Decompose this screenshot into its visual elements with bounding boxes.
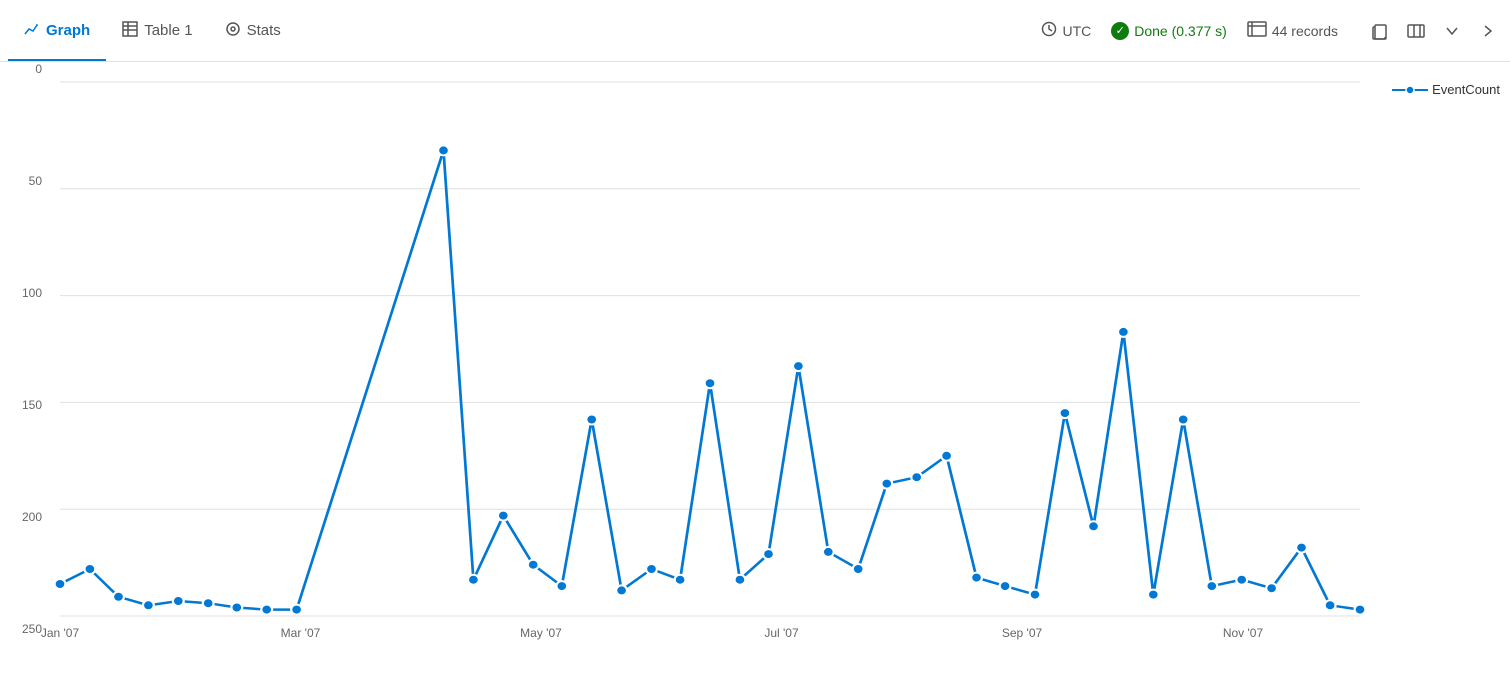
chart-dot bbox=[1355, 605, 1366, 615]
clipboard-button[interactable] bbox=[1366, 17, 1394, 45]
tab-table-label: Table 1 bbox=[144, 22, 192, 39]
chart-dot bbox=[1296, 543, 1307, 553]
chart-dot bbox=[734, 575, 745, 585]
chart-dot bbox=[705, 378, 716, 388]
chart-dot bbox=[675, 575, 686, 585]
clock-icon bbox=[1041, 21, 1057, 40]
y-label-150: 150 bbox=[22, 398, 42, 412]
chevron-right-button[interactable] bbox=[1474, 17, 1502, 45]
chart-dot bbox=[468, 575, 479, 585]
check-icon: ✓ bbox=[1111, 22, 1129, 40]
legend-item: EventCount bbox=[1392, 82, 1500, 97]
chart-dot bbox=[793, 361, 804, 371]
chart-dot bbox=[881, 479, 892, 489]
tab-stats-label: Stats bbox=[247, 22, 281, 39]
y-label-50: 50 bbox=[29, 174, 42, 188]
legend: EventCount bbox=[1392, 82, 1500, 97]
chart-dot bbox=[1325, 600, 1336, 610]
legend-label: EventCount bbox=[1432, 82, 1500, 97]
chart-dot bbox=[556, 581, 567, 591]
records-label: 44 records bbox=[1272, 23, 1338, 39]
graph-icon bbox=[24, 21, 40, 40]
stats-icon bbox=[225, 21, 241, 40]
chart-dot bbox=[646, 564, 657, 574]
columns-button[interactable] bbox=[1402, 17, 1430, 45]
records-icon bbox=[1247, 21, 1267, 40]
x-label-sep: Sep '07 bbox=[1002, 626, 1042, 640]
chart-dot bbox=[528, 560, 539, 570]
chart-dot bbox=[1000, 581, 1011, 591]
chart-dot bbox=[84, 564, 95, 574]
timezone-label: UTC bbox=[1062, 23, 1091, 39]
tab-graph[interactable]: Graph bbox=[8, 0, 106, 61]
y-label-250: 250 bbox=[22, 622, 42, 636]
records-status: 44 records bbox=[1247, 21, 1338, 40]
chart-dot bbox=[1059, 408, 1070, 418]
chevron-down-button[interactable] bbox=[1438, 17, 1466, 45]
x-label-nov: Nov '07 bbox=[1223, 626, 1263, 640]
chart-dot bbox=[143, 600, 154, 610]
y-label-0: 0 bbox=[35, 62, 42, 76]
toolbar-icons bbox=[1366, 17, 1502, 45]
chart-dot bbox=[1178, 415, 1189, 425]
chart-dot bbox=[911, 472, 922, 482]
chart-dot bbox=[291, 605, 302, 615]
y-label-100: 100 bbox=[22, 286, 42, 300]
chart-container: 250 200 150 100 50 0 Jan '07 Mar '07 May… bbox=[0, 62, 1510, 676]
chart-dot bbox=[823, 547, 834, 557]
tab-stats[interactable]: Stats bbox=[209, 0, 297, 61]
status-bar: UTC ✓ Done (0.377 s) 44 records bbox=[1041, 17, 1502, 45]
table-icon bbox=[122, 21, 138, 40]
tab-table[interactable]: Table 1 bbox=[106, 0, 208, 61]
line-chart bbox=[60, 82, 1360, 616]
done-status: ✓ Done (0.377 s) bbox=[1111, 22, 1227, 40]
tab-graph-label: Graph bbox=[46, 22, 90, 39]
x-label-may: May '07 bbox=[520, 626, 562, 640]
top-bar: Graph Table 1 Stats bbox=[0, 0, 1510, 62]
chart-dot bbox=[1030, 590, 1041, 600]
chart-dot bbox=[941, 451, 952, 461]
chart-dot bbox=[203, 598, 214, 608]
x-label-jul: Jul '07 bbox=[764, 626, 798, 640]
chart-dot bbox=[55, 579, 66, 589]
chart-dot bbox=[1266, 583, 1277, 593]
chart-dot bbox=[1236, 575, 1247, 585]
chart-dot bbox=[1148, 590, 1159, 600]
chart-dot bbox=[586, 415, 597, 425]
y-label-200: 200 bbox=[22, 510, 42, 524]
chart-dot bbox=[1088, 521, 1099, 531]
chart-dot bbox=[1118, 327, 1129, 337]
timezone-status: UTC bbox=[1041, 21, 1091, 40]
chart-dot bbox=[616, 585, 627, 595]
chart-dot bbox=[1206, 581, 1217, 591]
x-axis: Jan '07 Mar '07 May '07 Jul '07 Sep '07 … bbox=[60, 626, 1360, 656]
chart-dot bbox=[971, 573, 982, 583]
x-label-mar: Mar '07 bbox=[281, 626, 321, 640]
chart-dot bbox=[438, 145, 449, 155]
chart-dot bbox=[763, 549, 774, 559]
chart-dot bbox=[173, 596, 184, 606]
chart-dot bbox=[498, 511, 509, 521]
chart-dot bbox=[261, 605, 272, 615]
chart-dot bbox=[231, 603, 242, 613]
done-label: Done (0.377 s) bbox=[1134, 23, 1227, 39]
chart-dot bbox=[113, 592, 124, 602]
x-label-jan: Jan '07 bbox=[41, 626, 79, 640]
y-axis: 250 200 150 100 50 0 bbox=[0, 62, 50, 636]
chart-dot bbox=[853, 564, 864, 574]
